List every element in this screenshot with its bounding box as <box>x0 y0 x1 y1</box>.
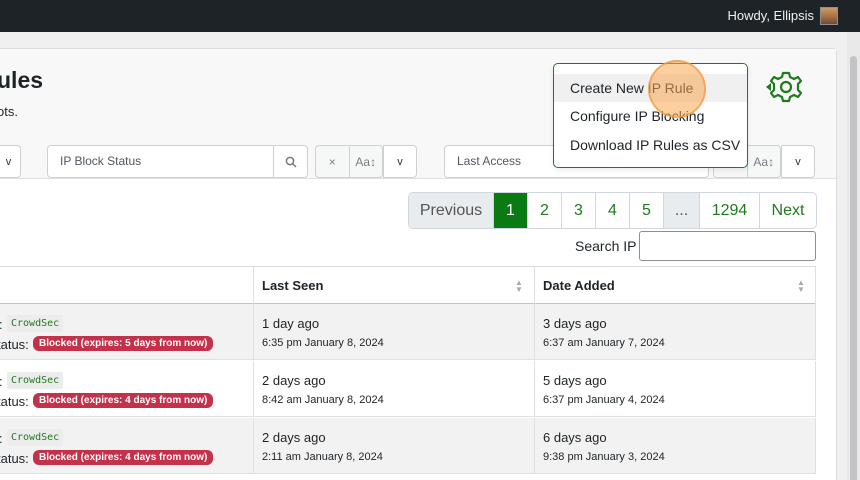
search-icon <box>285 156 297 168</box>
search-ip-input[interactable] <box>639 231 816 261</box>
source-label: : <box>0 317 3 332</box>
source-label: : <box>0 431 3 446</box>
date-added-relative: 3 days ago <box>543 316 607 331</box>
pagination-page[interactable]: 4 <box>596 193 630 228</box>
source-status-cell: : CrowdSec tatus: Blocked (expires: 4 da… <box>0 418 253 474</box>
vertical-scrollbar[interactable] <box>847 32 860 480</box>
sort-icon[interactable]: ▲ ▼ <box>515 279 523 294</box>
table-row[interactable]: : CrowdSec tatus: Blocked (expires: 5 da… <box>0 304 816 360</box>
pagination-page-active[interactable]: 1 <box>494 193 528 228</box>
date-added-cell: 5 days ago 6:37 pm January 4, 2024 <box>534 361 816 417</box>
source-tag: CrowdSec <box>7 315 64 332</box>
clear-icon[interactable]: × <box>316 146 350 177</box>
ip-block-status-filter[interactable]: IP Block Status <box>47 145 308 178</box>
filter-control-group: × Aa↕ <box>315 145 383 178</box>
last-seen-cell: 2 days ago 2:11 am January 8, 2024 <box>253 418 534 474</box>
pagination-page[interactable]: 3 <box>562 193 596 228</box>
source-tag: CrowdSec <box>7 429 64 446</box>
last-seen-relative: 2 days ago <box>262 373 326 388</box>
table-row[interactable]: : CrowdSec tatus: Blocked (expires: 4 da… <box>0 418 816 474</box>
ip-block-status-input[interactable]: IP Block Status <box>48 146 307 177</box>
date-added-cell: 3 days ago 6:37 am January 7, 2024 <box>534 304 816 360</box>
match-case-icon[interactable]: Aa↕ <box>350 146 383 177</box>
status-badge: Blocked (expires: 4 days from now) <box>33 450 214 465</box>
date-added-cell: 6 days ago 9:38 pm January 3, 2024 <box>534 418 816 474</box>
column-label: Last Seen <box>262 278 324 293</box>
date-added-relative: 6 days ago <box>543 430 607 445</box>
source-label: : <box>0 374 3 389</box>
match-case-icon-2[interactable]: Aa↕ <box>748 146 781 177</box>
filter-chevron-button-2[interactable]: v <box>781 145 815 178</box>
menu-item-configure-ip-blocking[interactable]: Configure IP Blocking <box>554 102 747 130</box>
chevron-down-icon: v <box>795 155 801 168</box>
menu-item-download-csv[interactable]: Download IP Rules as CSV <box>554 131 747 159</box>
sort-icon[interactable]: ▲ ▼ <box>797 279 805 294</box>
chevron-down-icon: v <box>397 155 403 168</box>
last-seen-date: 2:11 am January 8, 2024 <box>262 451 383 463</box>
howdy-greeting[interactable]: Howdy, Ellipsis <box>728 8 814 23</box>
page-title: ules <box>0 67 44 93</box>
last-seen-cell: 2 days ago 8:42 am January 8, 2024 <box>253 361 534 417</box>
pagination-next[interactable]: Next <box>760 193 816 228</box>
scrollbar-thumb[interactable] <box>850 56 857 480</box>
admin-bar: Howdy, Ellipsis <box>0 0 860 32</box>
status-label: tatus: <box>0 337 29 352</box>
search-ip-label: Search IP <box>575 238 637 254</box>
status-label: tatus: <box>0 394 29 409</box>
date-added-date: 6:37 pm January 4, 2024 <box>543 394 665 406</box>
search-button[interactable] <box>273 146 307 177</box>
column-date-added[interactable]: Date Added ▲ ▼ <box>534 267 816 305</box>
page-subtitle: ots. <box>0 104 18 119</box>
column-last-seen[interactable]: Last Seen ▲ ▼ <box>253 267 534 305</box>
status-label: tatus: <box>0 451 29 466</box>
last-seen-relative: 2 days ago <box>262 430 326 445</box>
source-tag: CrowdSec <box>7 372 64 389</box>
date-added-date: 9:38 pm January 3, 2024 <box>543 451 665 463</box>
status-badge: Blocked (expires: 5 days from now) <box>33 336 214 351</box>
pagination: Previous 1 2 3 4 5 ... 1294 Next <box>408 192 817 229</box>
chevron-down-icon: v <box>5 155 12 168</box>
pagination-last-page[interactable]: 1294 <box>700 193 760 228</box>
date-added-relative: 5 days ago <box>543 373 607 388</box>
pagination-ellipsis: ... <box>664 193 700 228</box>
last-seen-date: 6:35 pm January 8, 2024 <box>262 337 384 349</box>
date-added-date: 6:37 am January 7, 2024 <box>543 337 665 349</box>
click-indicator <box>648 60 706 118</box>
last-seen-date: 8:42 am January 8, 2024 <box>262 394 384 406</box>
status-badge: Blocked (expires: 4 days from now) <box>33 393 214 408</box>
last-seen-relative: 1 day ago <box>262 316 320 331</box>
source-status-cell: : CrowdSec tatus: Blocked (expires: 4 da… <box>0 361 253 417</box>
pagination-page[interactable]: 5 <box>630 193 664 228</box>
filter-chevron-button[interactable]: v <box>383 145 417 178</box>
pagination-previous[interactable]: Previous <box>409 193 494 228</box>
source-status-cell: : CrowdSec tatus: Blocked (expires: 5 da… <box>0 304 253 360</box>
column-label: Date Added <box>543 278 615 293</box>
table-row[interactable]: : CrowdSec tatus: Blocked (expires: 4 da… <box>0 361 816 417</box>
filter-dropdown-toggle[interactable]: v <box>0 145 21 178</box>
settings-gear-icon[interactable] <box>762 70 806 104</box>
last-seen-cell: 1 day ago 6:35 pm January 8, 2024 <box>253 304 534 360</box>
avatar[interactable] <box>820 7 838 25</box>
pagination-page[interactable]: 2 <box>528 193 562 228</box>
table-header: Last Seen ▲ ▼ Date Added ▲ ▼ <box>0 266 816 305</box>
